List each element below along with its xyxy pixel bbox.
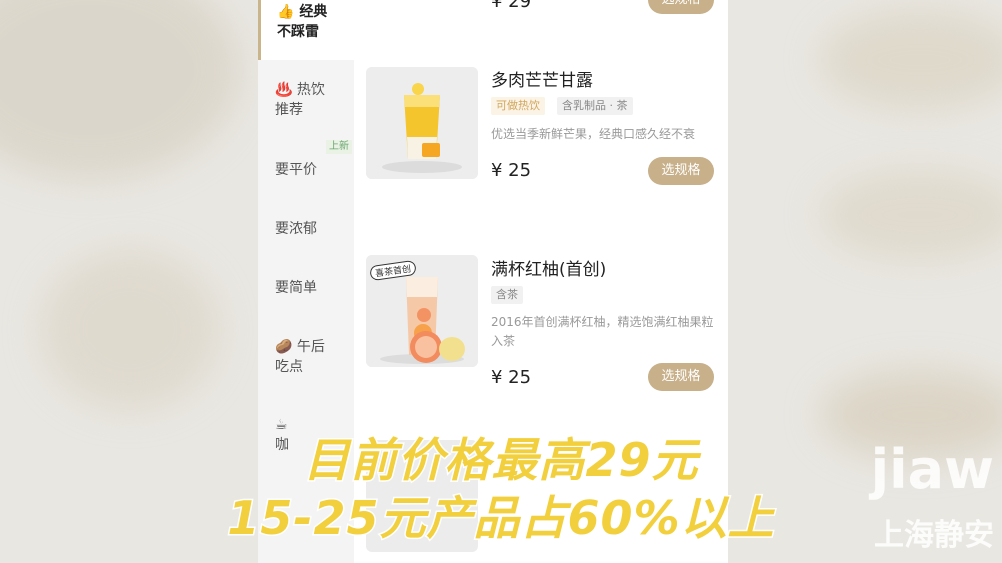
sidebar-item-snacks[interactable]: 🥔 午后 吃点: [258, 337, 354, 377]
product-price: ¥ 25: [491, 367, 532, 388]
product-image-grapefruit[interactable]: 喜茶首创: [366, 255, 478, 367]
caption-line-1: 目前价格最高29元: [302, 432, 699, 489]
background-blur: [820, 170, 1002, 260]
sidebar-item-label: 不踩雷: [277, 24, 319, 40]
product-description: 优选当季新鲜芒果，经典口感久经不衰: [491, 127, 696, 141]
watermark-logo: jiaw: [870, 438, 994, 501]
select-spec-button[interactable]: 选规格: [648, 0, 714, 14]
product-description: 2016年首创满杯红柚，精选饱满红柚果粒入茶: [491, 315, 714, 348]
sidebar-item-label: 要简单: [275, 280, 317, 296]
sidebar-item-label: 午后: [296, 339, 325, 355]
sidebar-item-rich[interactable]: 要浓郁: [258, 219, 354, 239]
sidebar-item-classic[interactable]: 👍 经典 不踩雷: [258, 0, 354, 60]
sidebar-item-label: 吃点: [275, 359, 303, 375]
sidebar-item-label: 要浓郁: [275, 221, 317, 237]
background-blur: [40, 250, 220, 410]
background-blur: [0, 0, 240, 180]
sidebar-item-hot-drinks[interactable]: ♨️ 热饮 推荐: [258, 80, 354, 120]
sidebar-item-simple[interactable]: 要简单: [258, 278, 354, 298]
product-price: ¥ 29: [491, 0, 532, 12]
snack-icon: 🥔: [275, 339, 293, 355]
tag-ingredients: 含乳制品 · 茶: [557, 97, 633, 115]
tag-hot-available: 可做热饮: [491, 97, 545, 115]
background-blur: [820, 10, 1002, 110]
new-badge: 上新: [326, 140, 352, 154]
product-name: 多肉芒芒甘露: [491, 71, 593, 91]
watermark-location: 上海静安: [874, 518, 994, 553]
thumbs-up-icon: 👍: [277, 4, 295, 20]
product-name: 满杯红柚(首创): [491, 260, 607, 280]
product-image-mango[interactable]: [366, 67, 478, 179]
sidebar-item-label: 经典: [299, 4, 328, 20]
sidebar-item-label: 要平价: [275, 162, 317, 178]
steam-icon: ♨️: [275, 82, 293, 98]
select-spec-button[interactable]: 选规格: [648, 363, 714, 391]
product-price: ¥ 25: [491, 160, 532, 181]
tag-ingredients: 含茶: [491, 286, 523, 304]
sidebar-item-label: 推荐: [275, 102, 303, 118]
caption-line-2: 15-25元产品占60%以上: [226, 490, 775, 547]
mango-drink-illustration: [366, 67, 478, 179]
sidebar-item-label: 热饮: [296, 82, 325, 98]
sidebar-item-affordable[interactable]: 上新 要平价: [258, 140, 354, 180]
select-spec-button[interactable]: 选规格: [648, 157, 714, 185]
